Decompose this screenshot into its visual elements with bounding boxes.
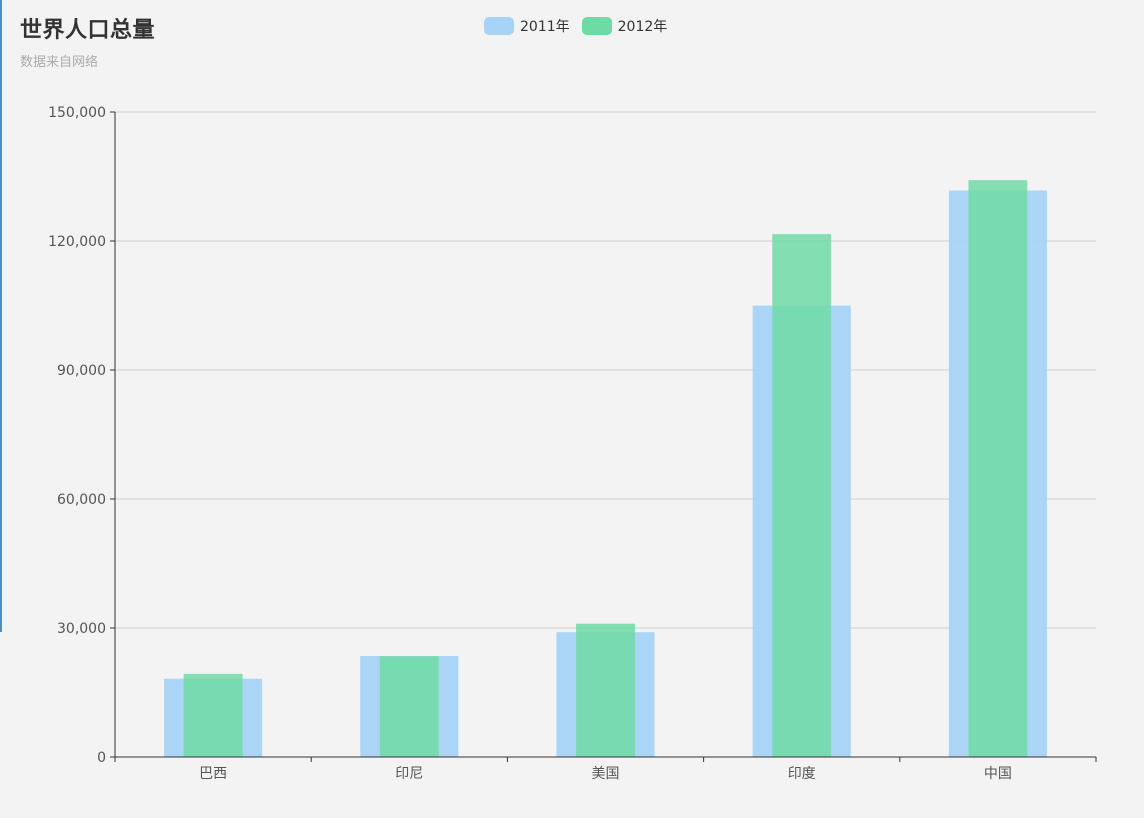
bar-2012-0[interactable] (183, 673, 243, 757)
y-tick-label: 60,000 (57, 492, 106, 508)
y-tick-label: 90,000 (57, 363, 106, 379)
x-tick-label: 巴西 (199, 766, 227, 782)
y-tick-label: 120,000 (48, 234, 106, 250)
x-tick-label: 中国 (984, 766, 1012, 782)
x-tick-label: 印尼 (395, 766, 423, 782)
y-tick-label: 150,000 (48, 105, 106, 121)
y-tick-label: 0 (97, 750, 106, 766)
bar-2012-1[interactable] (379, 656, 439, 757)
bar-2012-3[interactable] (772, 234, 832, 757)
x-tick-label: 印度 (788, 766, 816, 782)
chart-page: 世界人口总量 数据来自网络 2011年 2012年 0 30,000 60,000 9… (0, 0, 1144, 818)
bar-chart-plot: 0 30,000 60,000 90,000 120,000 150,000 巴西 印尼 美国 印… (48, 105, 1097, 782)
bar-2012-4[interactable] (968, 180, 1028, 757)
x-tick-label: 美国 (592, 766, 620, 782)
bars (164, 180, 1047, 757)
bar-2012-2[interactable] (576, 623, 635, 757)
y-tick-label: 30,000 (57, 621, 106, 637)
